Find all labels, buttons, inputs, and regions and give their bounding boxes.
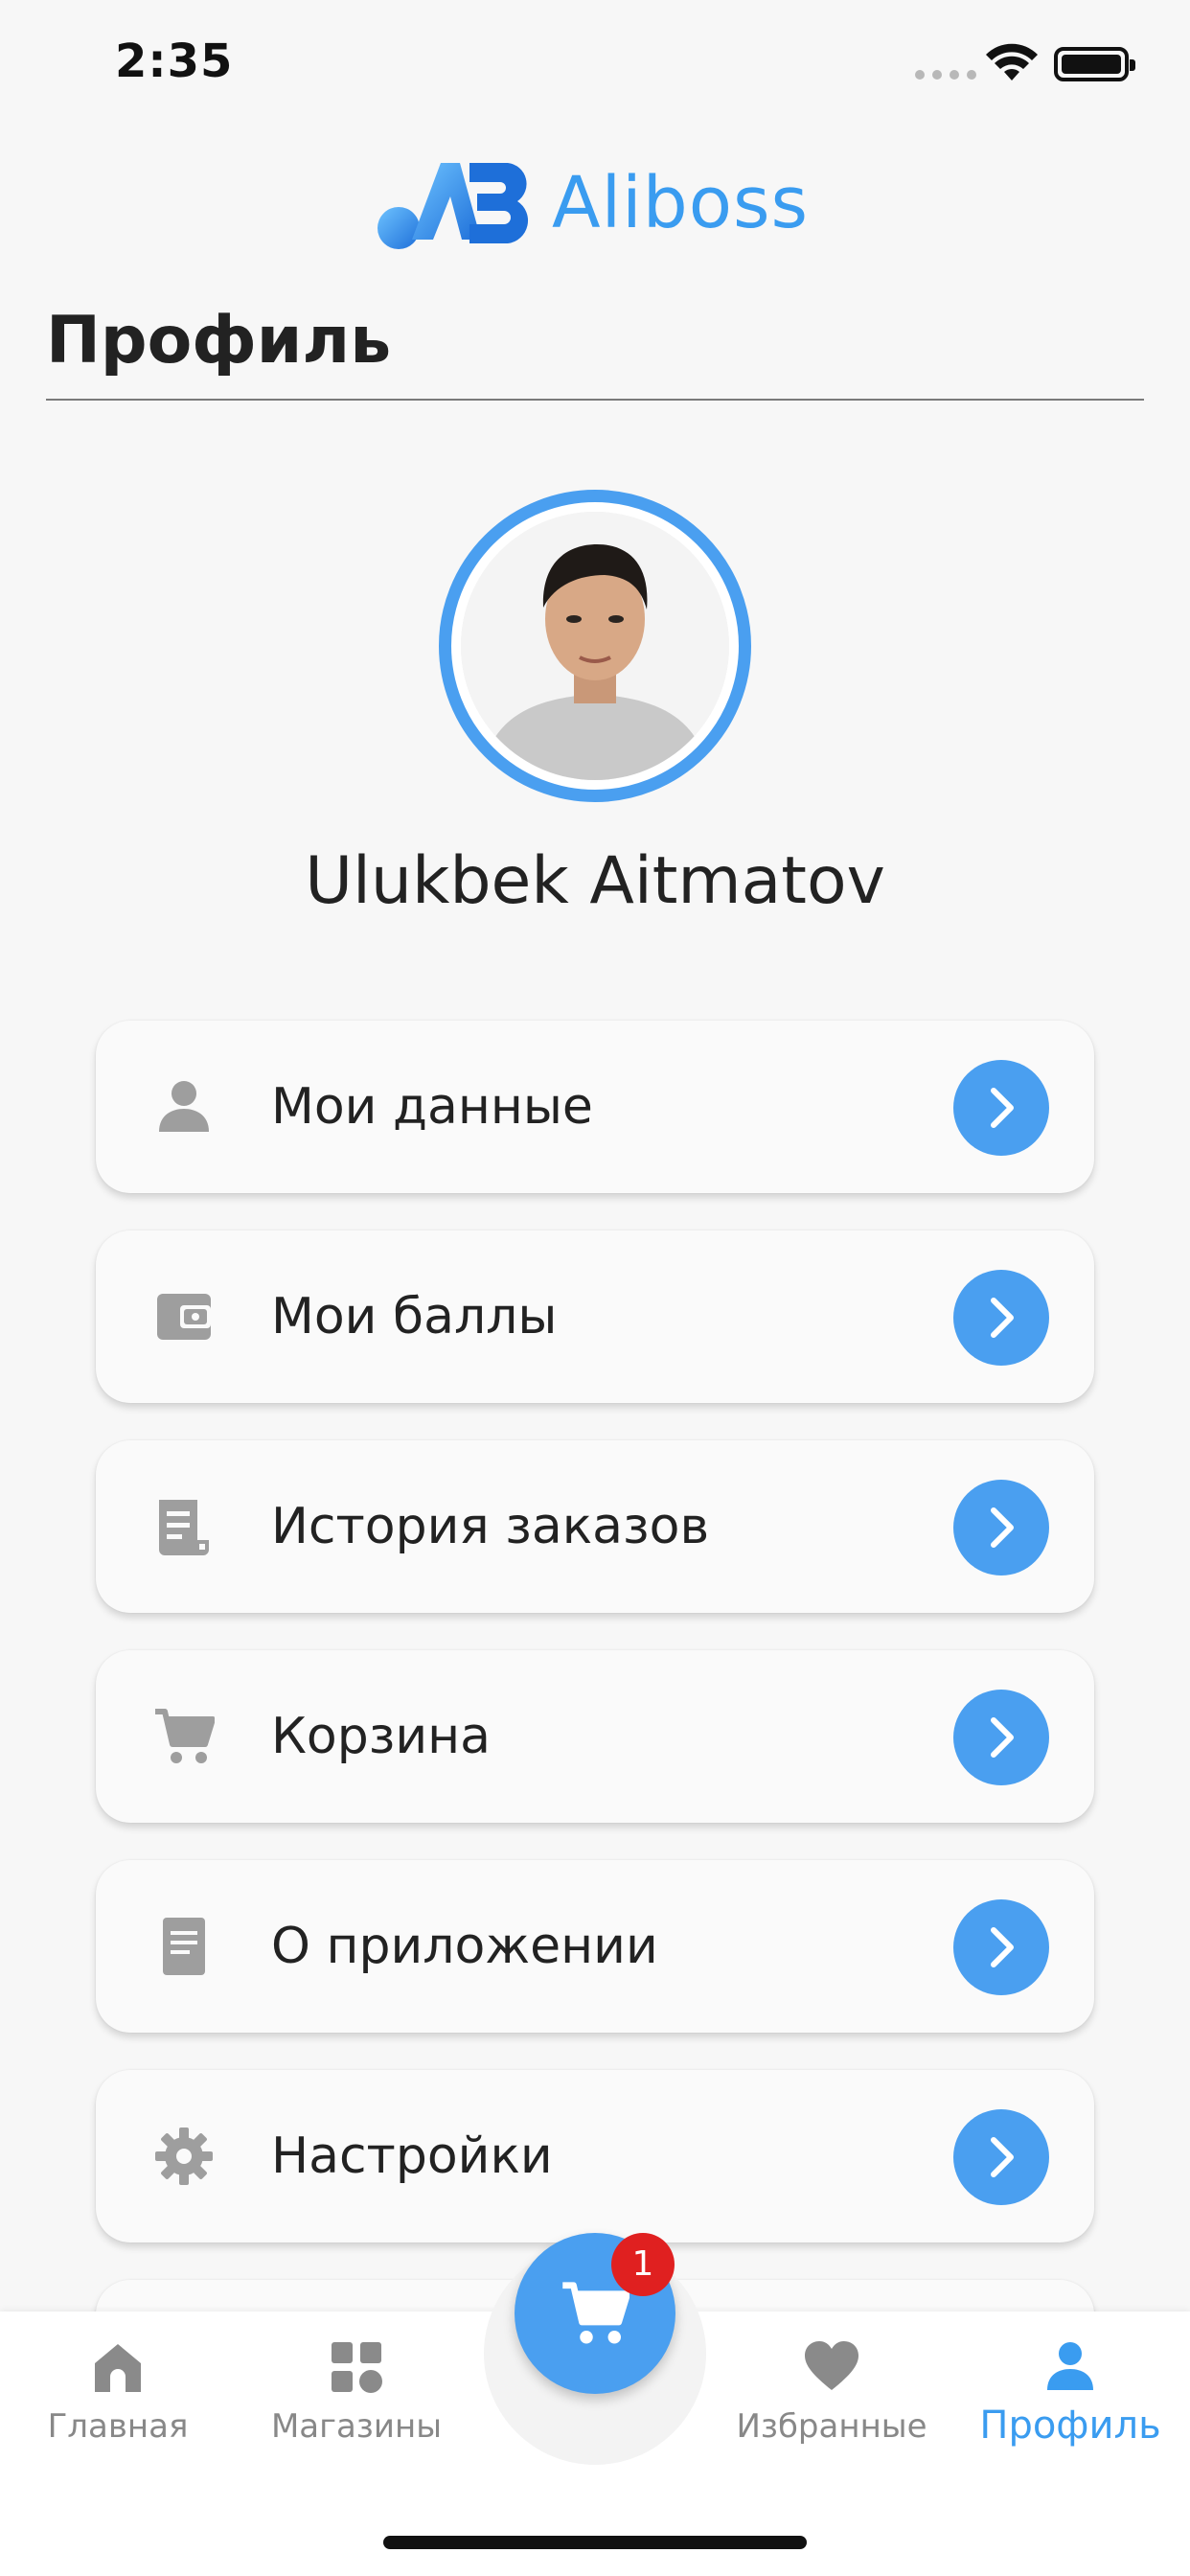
chevron-right-icon[interactable] bbox=[953, 1899, 1049, 1995]
cart-icon bbox=[155, 1709, 215, 1763]
nav-label: Профиль bbox=[979, 2404, 1161, 2448]
nav-item-shops[interactable]: Магазины bbox=[241, 2338, 471, 2446]
home-icon bbox=[95, 2344, 141, 2392]
nav-item-profile[interactable]: Профиль bbox=[955, 2338, 1185, 2448]
brand-name: Aliboss bbox=[552, 162, 810, 244]
menu-item-about-app[interactable]: О приложении bbox=[96, 1860, 1094, 2033]
title-divider bbox=[46, 399, 1144, 401]
menu-item-my-data[interactable]: Мои данные bbox=[96, 1021, 1094, 1193]
cart-icon bbox=[562, 2282, 629, 2344]
menu-item-label: Корзина bbox=[271, 1708, 492, 1765]
aliboss-logo-icon bbox=[378, 163, 529, 249]
nav-item-home[interactable]: Главная bbox=[3, 2338, 233, 2446]
person-photo-icon bbox=[461, 512, 729, 780]
nav-item-favorites[interactable]: Избранные bbox=[717, 2338, 947, 2446]
nav-label: Главная bbox=[47, 2407, 189, 2446]
menu-item-label: Мои баллы bbox=[271, 1288, 558, 1346]
menu-item-label: История заказов bbox=[271, 1498, 710, 1555]
app-logo: Aliboss bbox=[374, 153, 809, 253]
wallet-icon bbox=[157, 1294, 211, 1340]
chevron-right-icon[interactable] bbox=[953, 2109, 1049, 2205]
battery-icon bbox=[1054, 47, 1135, 81]
menu-item-label: Мои данные bbox=[271, 1078, 593, 1136]
cellular-signal-icon bbox=[915, 70, 976, 80]
menu-item-my-points[interactable]: Мои баллы bbox=[96, 1230, 1094, 1403]
status-bar: 2:35 bbox=[0, 0, 1190, 125]
avatar-photo bbox=[461, 512, 729, 780]
gear-icon bbox=[155, 2128, 213, 2185]
menu-item-settings[interactable]: Настройки bbox=[96, 2070, 1094, 2242]
chevron-right-icon[interactable] bbox=[953, 1270, 1049, 1366]
cart-count-badge: 1 bbox=[611, 2233, 675, 2296]
grid-icon bbox=[332, 2342, 382, 2393]
chevron-right-icon[interactable] bbox=[953, 1060, 1049, 1156]
receipt-icon bbox=[159, 1500, 209, 1555]
menu-item-order-history[interactable]: История заказов bbox=[96, 1440, 1094, 1613]
chevron-right-icon[interactable] bbox=[953, 1480, 1049, 1576]
person-icon bbox=[1047, 2342, 1093, 2390]
person-icon bbox=[159, 1081, 209, 1132]
nav-label: Избранные bbox=[736, 2407, 927, 2446]
nav-label: Магазины bbox=[270, 2407, 443, 2446]
status-time: 2:35 bbox=[115, 34, 234, 88]
home-indicator bbox=[383, 2536, 807, 2549]
avatar[interactable] bbox=[439, 490, 751, 802]
document-icon bbox=[163, 1918, 205, 1975]
wifi-icon bbox=[986, 43, 1038, 80]
heart-icon bbox=[805, 2341, 858, 2390]
chevron-right-icon[interactable] bbox=[953, 1690, 1049, 1785]
menu-item-label: О приложении bbox=[271, 1918, 658, 1975]
menu-item-label: Настройки bbox=[271, 2128, 553, 2185]
page-title: Профиль bbox=[46, 303, 392, 379]
user-name: Ulukbek Aitmatov bbox=[305, 843, 885, 919]
menu-item-cart[interactable]: Корзина bbox=[96, 1650, 1094, 1823]
